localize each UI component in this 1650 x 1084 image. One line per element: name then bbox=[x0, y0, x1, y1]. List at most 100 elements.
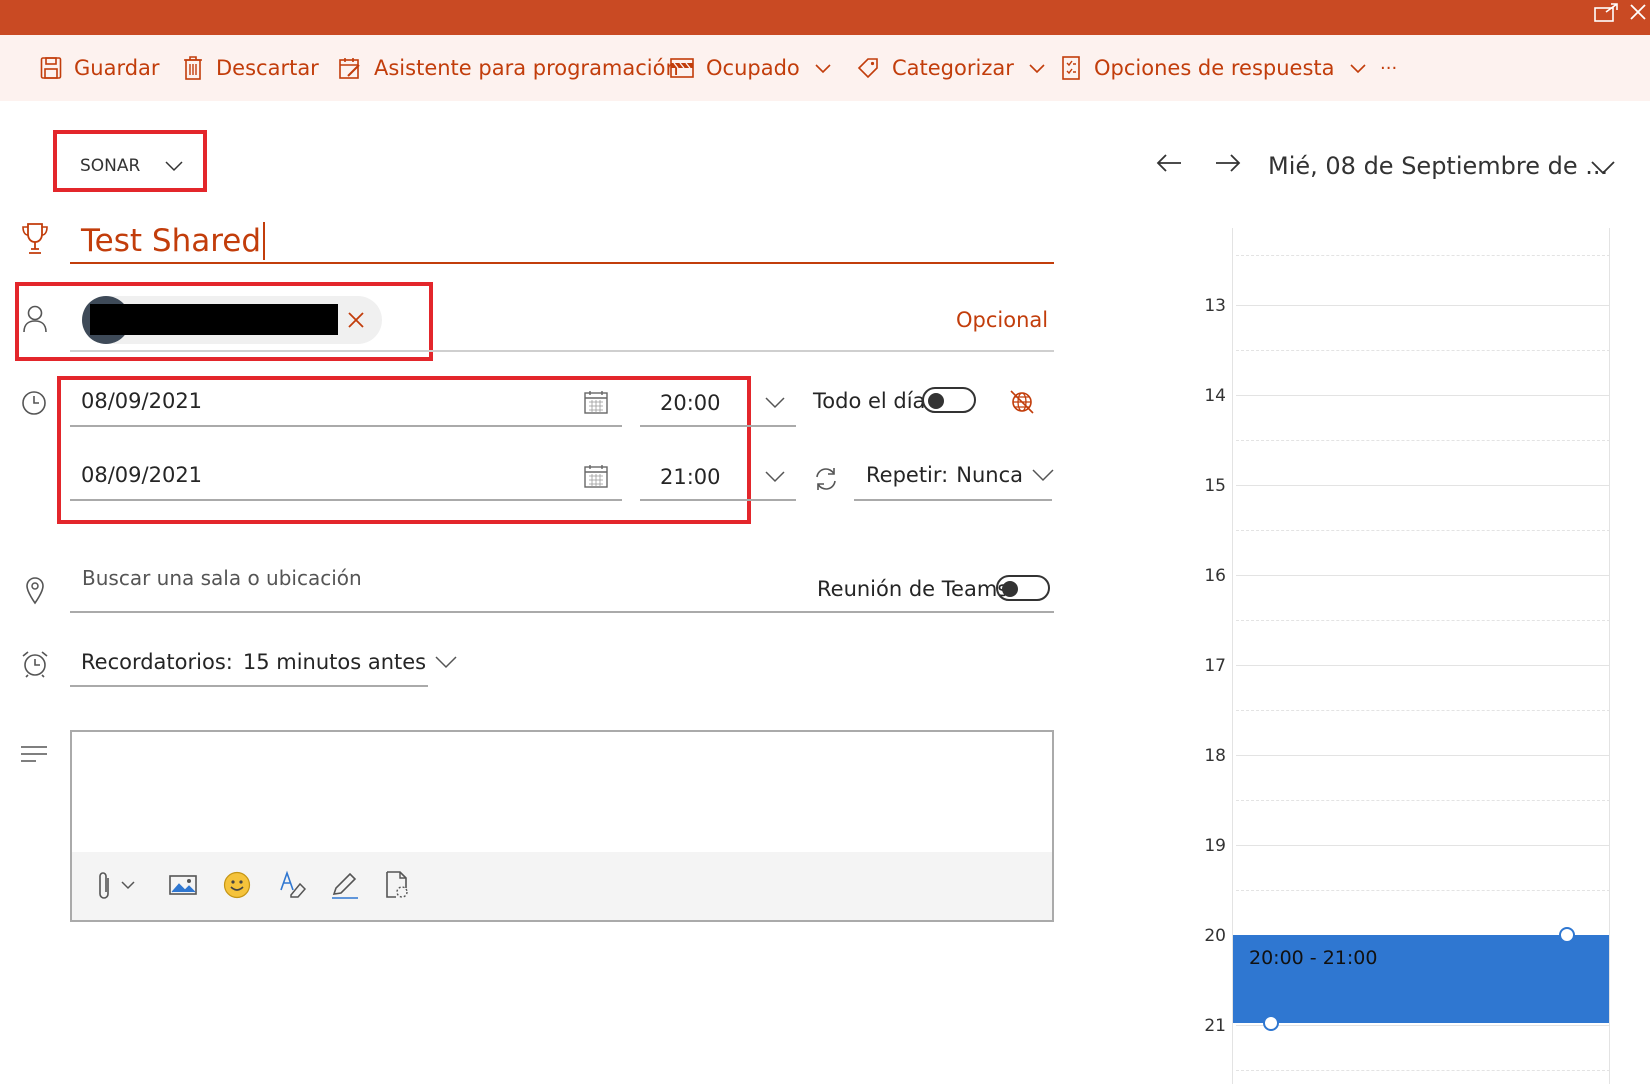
repeat-value: Nunca bbox=[956, 463, 1023, 487]
hour-line bbox=[1236, 485, 1610, 486]
insert-picture-icon[interactable] bbox=[168, 872, 198, 898]
title-bar bbox=[0, 0, 1650, 35]
optional-attendees-link[interactable]: Opcional bbox=[956, 308, 1048, 332]
categorize-label: Categorizar bbox=[892, 56, 1014, 80]
chevron-down-icon bbox=[815, 64, 831, 74]
all-day-label: Todo el día bbox=[813, 389, 926, 413]
formatting-toolbar bbox=[72, 852, 1052, 920]
hour-line bbox=[1236, 665, 1610, 666]
end-date-underline bbox=[70, 499, 622, 501]
reminder-underline bbox=[70, 685, 428, 687]
reminder-dropdown[interactable]: Recordatorios: 15 minutos antes bbox=[81, 650, 458, 674]
trash-icon bbox=[184, 56, 202, 80]
start-time-underline bbox=[640, 425, 796, 427]
half-hour-line bbox=[1236, 440, 1610, 441]
half-hour-line bbox=[1236, 620, 1610, 621]
half-hour-line bbox=[1236, 530, 1610, 531]
hour-line bbox=[1236, 845, 1610, 846]
date-picker-chevron-icon[interactable] bbox=[1590, 160, 1616, 176]
reminder-label: Recordatorios: bbox=[81, 650, 233, 674]
close-window-icon[interactable] bbox=[1628, 2, 1648, 22]
chevron-down-icon bbox=[165, 161, 183, 172]
alarm-clock-icon bbox=[22, 651, 48, 678]
event-title-input[interactable]: Test Shared bbox=[81, 222, 266, 260]
repeat-icon bbox=[816, 468, 836, 490]
start-time-chevron-icon[interactable] bbox=[764, 396, 786, 410]
end-time-underline bbox=[640, 499, 796, 501]
half-hour-line bbox=[1236, 1070, 1610, 1071]
hour-label: 21 bbox=[1204, 1016, 1226, 1036]
hour-label: 18 bbox=[1204, 746, 1226, 766]
discard-button[interactable]: Descartar bbox=[182, 35, 319, 101]
start-date-input[interactable]: 08/09/2021 bbox=[81, 389, 202, 413]
calendar-selector[interactable]: SONAR bbox=[80, 156, 184, 176]
repeat-label: Repetir: bbox=[866, 463, 949, 487]
scheduling-label: Asistente para programación bbox=[374, 56, 679, 80]
resize-handle-top[interactable] bbox=[1559, 927, 1575, 943]
repeat-dropdown[interactable]: Repetir: Nunca bbox=[866, 463, 1055, 487]
response-options-dropdown[interactable]: Opciones de respuesta bbox=[1060, 35, 1367, 101]
insert-template-icon[interactable] bbox=[382, 870, 412, 900]
signature-pen-icon[interactable] bbox=[330, 870, 360, 900]
event-title-text: Test Shared bbox=[81, 223, 262, 259]
popout-icon[interactable] bbox=[1592, 2, 1620, 24]
attendee-chip[interactable] bbox=[82, 296, 382, 344]
hour-label: 20 bbox=[1204, 926, 1226, 946]
location-search-input[interactable]: Buscar una sala o ubicación bbox=[82, 566, 362, 590]
day-view-date[interactable]: Mié, 08 de Septiembre de ... bbox=[1268, 152, 1608, 180]
format-text-icon[interactable] bbox=[278, 870, 308, 900]
title-underline bbox=[70, 262, 1054, 264]
end-time-chevron-icon[interactable] bbox=[764, 470, 786, 484]
remove-attendee-icon[interactable] bbox=[347, 311, 365, 329]
calendar-selector-value: SONAR bbox=[80, 156, 141, 176]
half-hour-line bbox=[1236, 255, 1610, 256]
calendar-picker-icon[interactable] bbox=[583, 389, 609, 415]
emoji-icon[interactable] bbox=[222, 870, 252, 900]
chevron-down-icon bbox=[1029, 64, 1045, 74]
repeat-underline bbox=[854, 499, 1052, 501]
teams-meeting-toggle[interactable] bbox=[996, 575, 1050, 601]
hour-line bbox=[1236, 755, 1610, 756]
response-options-icon bbox=[1062, 56, 1080, 80]
arrow-left-icon[interactable] bbox=[1155, 152, 1183, 174]
end-date-input[interactable]: 08/09/2021 bbox=[81, 463, 202, 487]
person-icon bbox=[23, 305, 47, 333]
event-block-time: 20:00 - 21:00 bbox=[1249, 947, 1378, 969]
grid-right-border bbox=[1609, 228, 1610, 1084]
hour-label: 15 bbox=[1204, 476, 1226, 496]
attach-file-icon[interactable] bbox=[98, 870, 140, 902]
scheduling-assistant-button[interactable]: Asistente para programación bbox=[338, 35, 679, 101]
half-hour-line bbox=[1236, 890, 1610, 891]
description-lines-icon bbox=[21, 746, 47, 762]
location-underline bbox=[70, 611, 1054, 613]
more-options-button[interactable]: ··· bbox=[1380, 35, 1397, 101]
show-as-dropdown[interactable]: Ocupado bbox=[670, 35, 832, 101]
response-label: Opciones de respuesta bbox=[1094, 56, 1335, 80]
arrow-right-icon[interactable] bbox=[1214, 152, 1242, 174]
hour-label: 17 bbox=[1204, 656, 1226, 676]
busy-label: Ocupado bbox=[706, 56, 800, 80]
chevron-down-icon bbox=[1349, 64, 1366, 74]
hour-line bbox=[1236, 575, 1610, 576]
time-zone-globe-icon[interactable] bbox=[1009, 389, 1035, 415]
trophy-icon bbox=[22, 223, 48, 254]
resize-handle-bottom[interactable] bbox=[1263, 1015, 1279, 1031]
start-date-underline bbox=[70, 425, 622, 427]
end-time-input[interactable]: 21:00 bbox=[660, 465, 721, 489]
hour-label: 16 bbox=[1204, 566, 1226, 586]
clock-icon bbox=[22, 391, 46, 415]
chevron-down-icon bbox=[1032, 469, 1054, 482]
tag-icon bbox=[857, 58, 878, 79]
body-editor[interactable] bbox=[70, 730, 1054, 922]
all-day-toggle[interactable] bbox=[922, 387, 976, 413]
start-time-input[interactable]: 20:00 bbox=[660, 391, 721, 415]
calendar-picker-icon[interactable] bbox=[583, 463, 609, 489]
more-label: ··· bbox=[1380, 57, 1398, 79]
command-toolbar: Guardar Descartar Asistente para program… bbox=[0, 35, 1650, 101]
redacted-name bbox=[90, 304, 338, 335]
save-button[interactable]: Guardar bbox=[40, 35, 160, 101]
categorize-dropdown[interactable]: Categorizar bbox=[856, 35, 1046, 101]
half-hour-line bbox=[1236, 800, 1610, 801]
hour-line bbox=[1236, 395, 1610, 396]
event-block[interactable]: 20:00 - 21:00 bbox=[1233, 927, 1609, 1031]
